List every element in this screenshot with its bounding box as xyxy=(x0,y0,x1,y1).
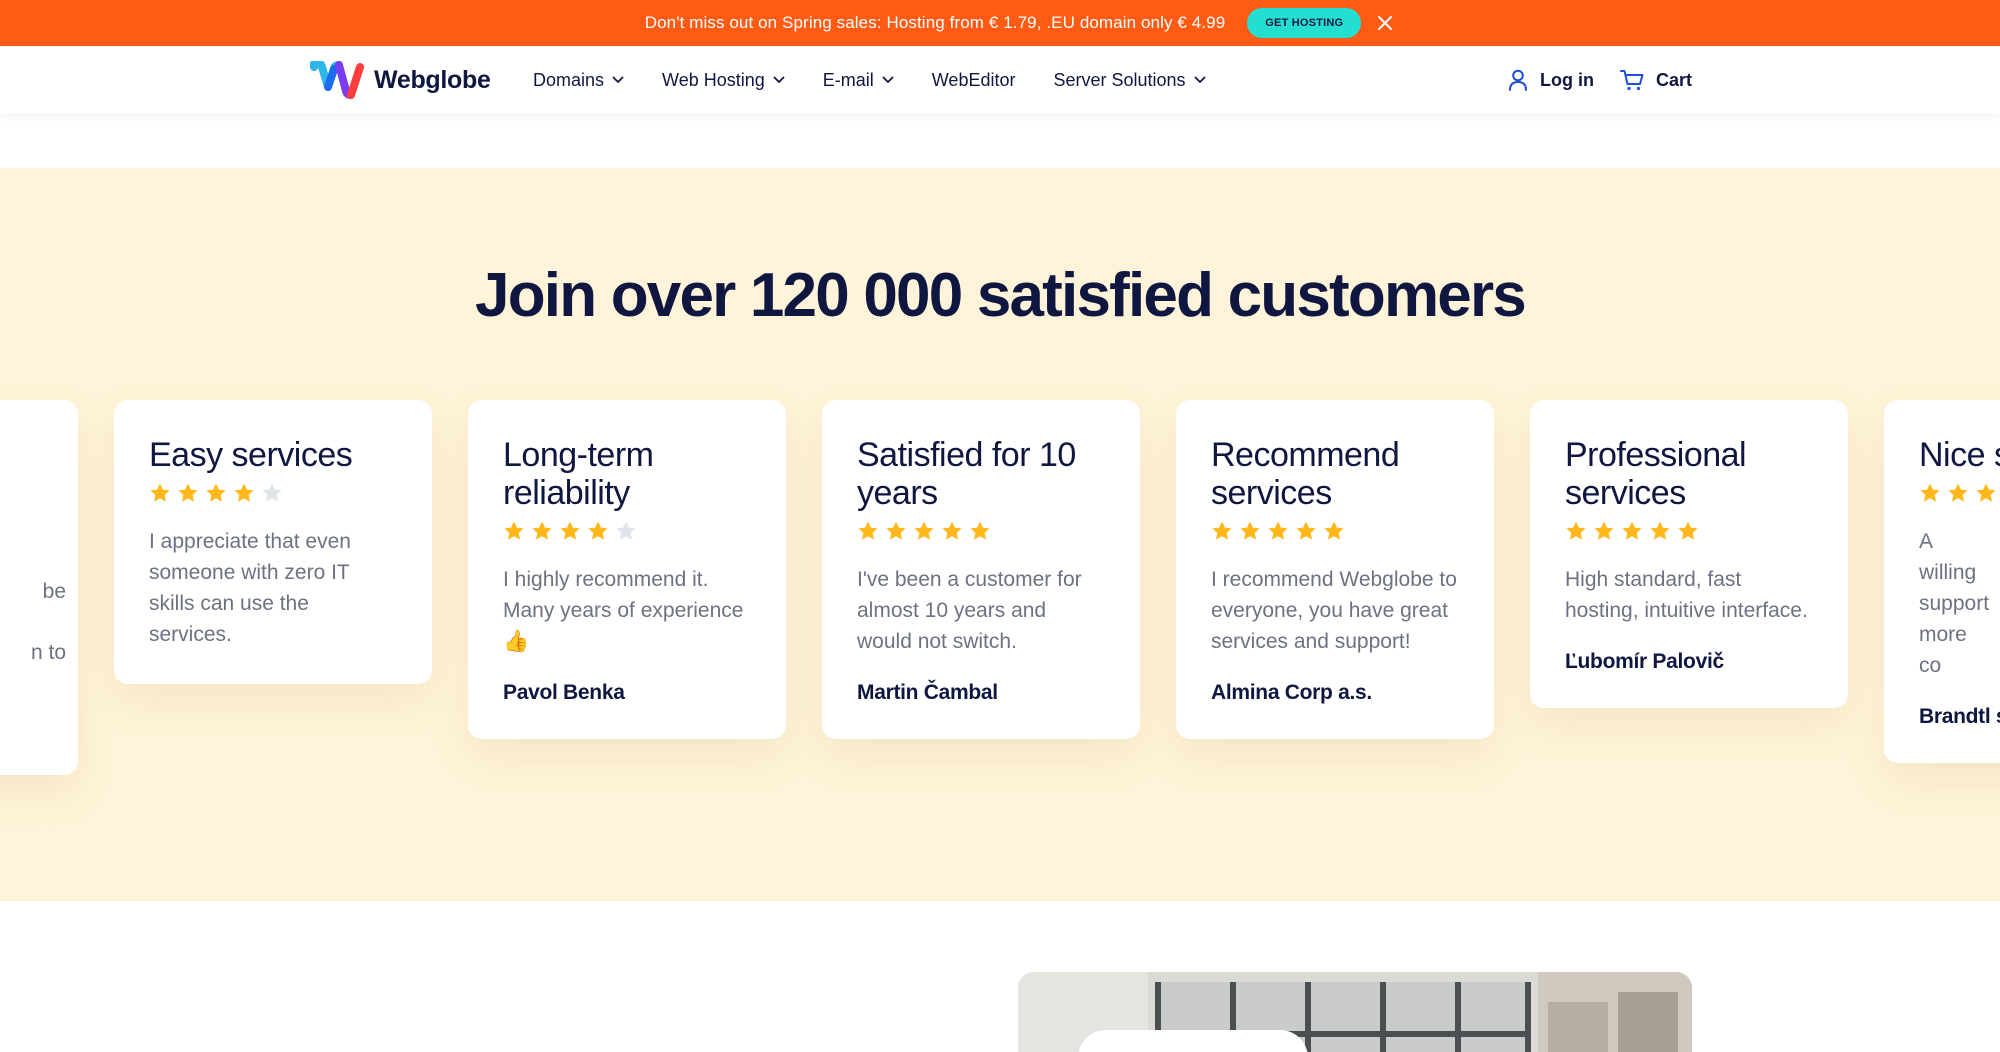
star-filled-icon xyxy=(913,520,935,542)
star-filled-icon xyxy=(587,520,609,542)
star-empty-icon xyxy=(615,520,637,542)
partial-text: be xyxy=(42,580,66,603)
star-filled-icon xyxy=(1919,482,1941,504)
testimonial-card: Recommend services I recommend Webglobe … xyxy=(1176,400,1494,739)
login-link[interactable]: Log in xyxy=(1508,69,1594,91)
nav-item-label: E-mail xyxy=(822,69,874,90)
star-rating xyxy=(857,520,1105,542)
card-text: I recommend Webglobe to everyone, you ha… xyxy=(1211,568,1457,653)
card-title: Satisfied for 10 years xyxy=(857,436,1076,512)
testimonial-card: Easy services I appreciate that even som… xyxy=(114,400,432,684)
testimonial-card: Professional services High standard, fas… xyxy=(1530,400,1848,708)
card-title: Easy services xyxy=(149,436,353,474)
close-icon[interactable] xyxy=(1375,13,1395,33)
card-title: Professional services xyxy=(1565,436,1747,512)
star-filled-icon xyxy=(1947,482,1969,504)
card-author: Martin Čambal xyxy=(857,681,998,704)
star-rating xyxy=(149,482,397,504)
star-filled-icon xyxy=(149,482,171,504)
header-actions: Log in Cart xyxy=(1482,46,1692,114)
webglobe-logo-icon xyxy=(310,61,364,99)
star-filled-icon xyxy=(205,482,227,504)
star-filled-icon xyxy=(531,520,553,542)
star-filled-icon xyxy=(1239,520,1261,542)
card-text: I appreciate that even someone with zero… xyxy=(149,530,351,646)
cart-icon xyxy=(1619,70,1644,91)
star-filled-icon xyxy=(1565,520,1587,542)
star-filled-icon xyxy=(559,520,581,542)
card-text: High standard, fast hosting, intuitive i… xyxy=(1565,568,1808,622)
testimonial-card-partial: be n to xyxy=(0,400,78,775)
logo-text: Webglobe xyxy=(374,65,491,94)
star-filled-icon xyxy=(1649,520,1671,542)
star-filled-icon xyxy=(1975,482,1997,504)
testimonial-card: Long-term reliability I highly recommend… xyxy=(468,400,786,739)
nav-item-web-hosting[interactable]: Web Hosting xyxy=(662,70,785,91)
site-header: Webglobe Domains Web Hosting E-mail WebE… xyxy=(0,46,2000,114)
card-title: Nice s xyxy=(1919,436,2000,474)
star-filled-icon xyxy=(1267,520,1289,542)
section-title: Join over 120 000 satisfied customers xyxy=(475,261,1527,330)
logo[interactable]: Webglobe xyxy=(310,60,491,100)
star-empty-icon xyxy=(261,482,283,504)
star-filled-icon xyxy=(1621,520,1643,542)
card-text: I highly recommend it. Many years of exp… xyxy=(503,568,744,653)
office-photo xyxy=(1018,972,1692,1052)
card-title: Recommend services xyxy=(1211,436,1400,512)
nav-item-label: Web Hosting xyxy=(662,69,765,90)
chevron-down-icon xyxy=(612,74,624,86)
card-text: A willing support more co xyxy=(1919,530,1990,677)
star-filled-icon xyxy=(177,482,199,504)
partial-text: n to xyxy=(30,641,66,664)
nav-item-label: Server Solutions xyxy=(1053,69,1186,90)
star-filled-icon xyxy=(233,482,255,504)
user-icon xyxy=(1509,69,1527,91)
testimonials-section: Join over 120 000 satisfied customers be… xyxy=(0,168,2000,901)
nav-item-server-solutions[interactable]: Server Solutions xyxy=(1053,70,1205,91)
card-author: Almina Corp a.s. xyxy=(1211,681,1372,704)
star-filled-icon xyxy=(941,520,963,542)
nav-item-webeditor[interactable]: WebEditor xyxy=(932,70,1016,91)
testimonial-card: Satisfied for 10 years I've been a custo… xyxy=(822,400,1140,739)
card-author: Ľubomír Palovič xyxy=(1565,650,1724,673)
chevron-down-icon xyxy=(1194,74,1206,86)
nav-item-domains[interactable]: Domains xyxy=(533,70,624,91)
star-rating xyxy=(503,520,751,542)
star-filled-icon xyxy=(1593,520,1615,542)
star-filled-icon xyxy=(857,520,879,542)
promo-text: Don't miss out on Spring sales: Hosting … xyxy=(644,13,1226,32)
login-label: Log in xyxy=(1540,69,1594,90)
card-title: Long-term reliability xyxy=(503,436,654,512)
star-filled-icon xyxy=(1677,520,1699,542)
card-author: Pavol Benka xyxy=(503,681,625,704)
promo-bar: Don't miss out on Spring sales: Hosting … xyxy=(0,0,2000,46)
chevron-down-icon xyxy=(882,74,894,86)
main-nav: Domains Web Hosting E-mail WebEditor Ser… xyxy=(533,46,1244,114)
nav-item-label: WebEditor xyxy=(931,69,1016,90)
star-filled-icon xyxy=(1211,520,1233,542)
star-filled-icon xyxy=(885,520,907,542)
chevron-down-icon xyxy=(773,74,785,86)
star-filled-icon xyxy=(1295,520,1317,542)
star-rating xyxy=(1565,520,1813,542)
star-rating xyxy=(1211,520,1459,542)
card-text: I've been a customer for almost 10 years… xyxy=(857,568,1082,653)
star-filled-icon xyxy=(503,520,525,542)
nav-item-label: Domains xyxy=(533,69,605,90)
get-hosting-button[interactable]: GET HOSTING xyxy=(1247,8,1362,38)
cart-label: Cart xyxy=(1655,69,1692,90)
star-rating xyxy=(1919,482,2000,504)
testimonial-card: Nice s A willing support more co Brandtl… xyxy=(1884,400,2000,763)
star-filled-icon xyxy=(969,520,991,542)
cart-link[interactable]: Cart xyxy=(1619,69,1692,91)
page: Don't miss out on Spring sales: Hosting … xyxy=(0,0,2000,1052)
nav-item-email[interactable]: E-mail xyxy=(823,70,894,91)
star-filled-icon xyxy=(1323,520,1345,542)
card-author: Brandtl s xyxy=(1919,705,2000,728)
